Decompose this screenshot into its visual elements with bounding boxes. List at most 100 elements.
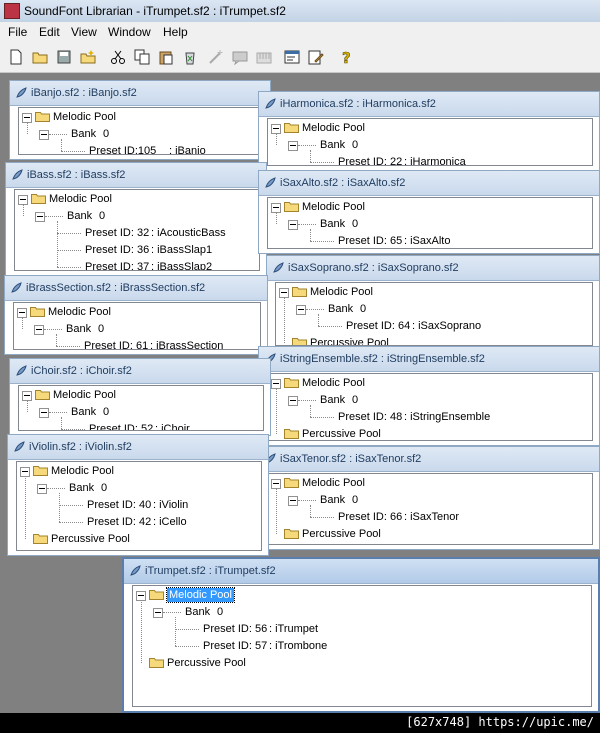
bank-node[interactable]: Bank xyxy=(320,138,345,152)
preset-name[interactable]: : iChoir xyxy=(155,422,190,430)
cut-icon[interactable] xyxy=(108,47,128,67)
preset-name[interactable]: : iStringEnsemble xyxy=(404,410,490,424)
bank-node[interactable]: Bank xyxy=(69,481,94,495)
document-window[interactable]: iBass.sf2 : iBass.sf2 Melodic Pool Bank 0 Pr… xyxy=(5,162,267,276)
window-caption[interactable]: iSaxAlto.sf2 : iSaxAlto.sf2 xyxy=(259,171,599,196)
preset-name[interactable]: : iCello xyxy=(153,515,187,529)
comment-icon[interactable] xyxy=(230,47,250,67)
bank-node[interactable]: Bank xyxy=(71,405,96,419)
preset-id[interactable]: Preset ID: 40 xyxy=(87,498,151,512)
copy-icon[interactable] xyxy=(132,47,152,67)
new-folder-icon[interactable] xyxy=(78,47,98,67)
preset-tree[interactable]: Melodic Pool Bank 0 Preset ID: 66: iSaxTeno… xyxy=(267,473,593,545)
preset-id[interactable]: Preset ID: 64 xyxy=(346,319,410,333)
document-window[interactable]: iSaxSoprano.sf2 : iSaxSoprano.sf2 Melodic… xyxy=(266,255,600,351)
preset-id[interactable]: Preset ID: 22 xyxy=(338,155,402,165)
menu-file[interactable]: File xyxy=(8,25,27,39)
document-window[interactable]: iViolin.sf2 : iViolin.sf2 Melodic Pool Ban… xyxy=(7,434,269,556)
bank-node[interactable]: Bank xyxy=(66,322,91,336)
melodic-pool-node[interactable]: Melodic Pool xyxy=(310,285,373,299)
collapse-toggle-icon[interactable] xyxy=(37,484,47,494)
active-document-window[interactable]: iTrumpet.sf2 : iTrumpet.sf2 Melodic Pool B… xyxy=(122,557,600,713)
bank-node[interactable]: Bank xyxy=(328,302,353,316)
save-icon[interactable] xyxy=(54,47,74,67)
document-window[interactable]: iBrassSection.sf2 : iBrassSection.sf2 Mel… xyxy=(4,275,268,355)
window-caption[interactable]: iHarmonica.sf2 : iHarmonica.sf2 xyxy=(259,92,599,117)
melodic-pool-node[interactable]: Melodic Pool xyxy=(302,200,365,214)
percussive-pool-node[interactable]: Percussive Pool xyxy=(302,427,381,440)
bank-node[interactable]: Bank xyxy=(320,393,345,407)
window-caption[interactable]: iStringEnsemble.sf2 : iStringEnsemble.sf… xyxy=(259,347,599,372)
percussive-pool-node[interactable]: Percussive Pool xyxy=(310,336,389,345)
preset-tree[interactable]: Melodic Pool Bank 0 Preset ID: 52: iChoir xyxy=(18,385,264,431)
bank-node[interactable]: Bank xyxy=(185,605,210,619)
preset-tree[interactable]: Melodic Pool Bank 0 Preset ID:105: iBanjo xyxy=(18,107,264,155)
paste-icon[interactable] xyxy=(156,47,176,67)
collapse-toggle-icon[interactable] xyxy=(288,220,298,230)
collapse-toggle-icon[interactable] xyxy=(288,496,298,506)
preset-id[interactable]: Preset ID: 56 xyxy=(203,622,267,636)
preset-name[interactable]: : iViolin xyxy=(153,498,188,512)
preset-name[interactable]: : iSaxSoprano xyxy=(412,319,481,333)
preset-tree[interactable]: Melodic Pool Bank 0 Preset ID: 65: iSaxAlto xyxy=(267,197,593,249)
preset-name[interactable]: : iBrassSection xyxy=(150,339,223,349)
help-icon[interactable]: ? xyxy=(336,47,356,67)
window-caption[interactable]: iViolin.sf2 : iViolin.sf2 xyxy=(8,435,268,460)
collapse-toggle-icon[interactable] xyxy=(39,408,49,418)
open-folder-icon[interactable] xyxy=(30,47,50,67)
preset-name[interactable]: : iTrombone xyxy=(269,639,327,653)
preset-name[interactable]: : iBassSlap2 xyxy=(151,260,212,270)
document-window[interactable]: iChoir.sf2 : iChoir.sf2 Melodic Pool Bank 0… xyxy=(9,358,271,436)
wand-icon[interactable] xyxy=(206,47,226,67)
document-window[interactable]: iHarmonica.sf2 : iHarmonica.sf2 Melodic P… xyxy=(258,91,600,171)
recycle-icon[interactable] xyxy=(180,47,200,67)
collapse-toggle-icon[interactable] xyxy=(34,325,44,335)
percussive-pool-node[interactable]: Percussive Pool xyxy=(51,532,130,546)
melodic-pool-node[interactable]: Melodic Pool xyxy=(49,192,112,206)
window-caption[interactable]: iChoir.sf2 : iChoir.sf2 xyxy=(10,359,270,384)
preset-id[interactable]: Preset ID: 66 xyxy=(338,510,402,524)
percussive-pool-node[interactable]: Percussive Pool xyxy=(167,656,246,670)
preset-id[interactable]: Preset ID: 37 xyxy=(85,260,149,270)
collapse-toggle-icon[interactable] xyxy=(35,212,45,222)
preset-id[interactable]: Preset ID:105 xyxy=(89,144,156,154)
preset-tree[interactable]: Melodic Pool Bank 0 Preset ID: 61: iBrassSe… xyxy=(13,302,261,350)
melodic-pool-node[interactable]: Melodic Pool xyxy=(48,305,111,319)
menu-help[interactable]: Help xyxy=(163,25,188,39)
preset-id[interactable]: Preset ID: 48 xyxy=(338,410,402,424)
collapse-toggle-icon[interactable] xyxy=(153,608,163,618)
preset-name[interactable]: : iSaxAlto xyxy=(404,234,450,248)
preset-tree[interactable]: Melodic Pool Bank 0 Preset ID: 64: iSaxSopr… xyxy=(275,282,593,346)
melodic-pool-node[interactable]: Melodic Pool xyxy=(302,121,365,135)
preset-name[interactable]: : iBanjo xyxy=(169,144,206,154)
preset-tree[interactable]: Melodic Pool Bank 0 Preset ID: 56: iTrumpet… xyxy=(132,585,592,707)
new-file-icon[interactable] xyxy=(6,47,26,67)
collapse-toggle-icon[interactable] xyxy=(39,130,49,140)
melodic-pool-node[interactable]: Melodic Pool xyxy=(166,587,235,603)
document-window[interactable]: iSaxAlto.sf2 : iSaxAlto.sf2 Melodic Pool B… xyxy=(258,170,600,254)
piano-icon[interactable] xyxy=(254,47,274,67)
percussive-pool-node[interactable]: Percussive Pool xyxy=(302,527,381,541)
document-window[interactable]: iBanjo.sf2 : iBanjo.sf2 Melodic Pool Bank 0… xyxy=(9,80,271,160)
preset-id[interactable]: Preset ID: 65 xyxy=(338,234,402,248)
preset-id[interactable]: Preset ID: 36 xyxy=(85,243,149,257)
edit-icon[interactable] xyxy=(306,47,326,67)
preset-tree[interactable]: Melodic Pool Bank 0 Preset ID: 32: iAcousti… xyxy=(14,189,260,271)
melodic-pool-node[interactable]: Melodic Pool xyxy=(53,388,116,402)
preset-tree[interactable]: Melodic Pool Bank 0 Preset ID: 22: iHarmoni… xyxy=(267,118,593,166)
melodic-pool-node[interactable]: Melodic Pool xyxy=(51,464,114,478)
melodic-pool-node[interactable]: Melodic Pool xyxy=(302,376,365,390)
window-caption[interactable]: iTrumpet.sf2 : iTrumpet.sf2 xyxy=(124,559,598,584)
app-titlebar[interactable]: SoundFont Librarian - iTrumpet.sf2 : iTr… xyxy=(0,0,600,23)
collapse-toggle-icon[interactable] xyxy=(288,396,298,406)
preset-name[interactable]: : iSaxTenor xyxy=(404,510,459,524)
document-window[interactable]: iSaxTenor.sf2 : iSaxTenor.sf2 Melodic Poo… xyxy=(258,446,600,550)
window-caption[interactable]: iSaxSoprano.sf2 : iSaxSoprano.sf2 xyxy=(267,256,599,281)
bank-node[interactable]: Bank xyxy=(71,127,96,141)
document-window[interactable]: iStringEnsemble.sf2 : iStringEnsemble.sf… xyxy=(258,346,600,446)
preset-name[interactable]: : iTrumpet xyxy=(269,622,318,636)
preset-id[interactable]: Preset ID: 42 xyxy=(87,515,151,529)
melodic-pool-node[interactable]: Melodic Pool xyxy=(53,110,116,124)
menu-view[interactable]: View xyxy=(71,25,97,39)
menu-edit[interactable]: Edit xyxy=(39,25,60,39)
